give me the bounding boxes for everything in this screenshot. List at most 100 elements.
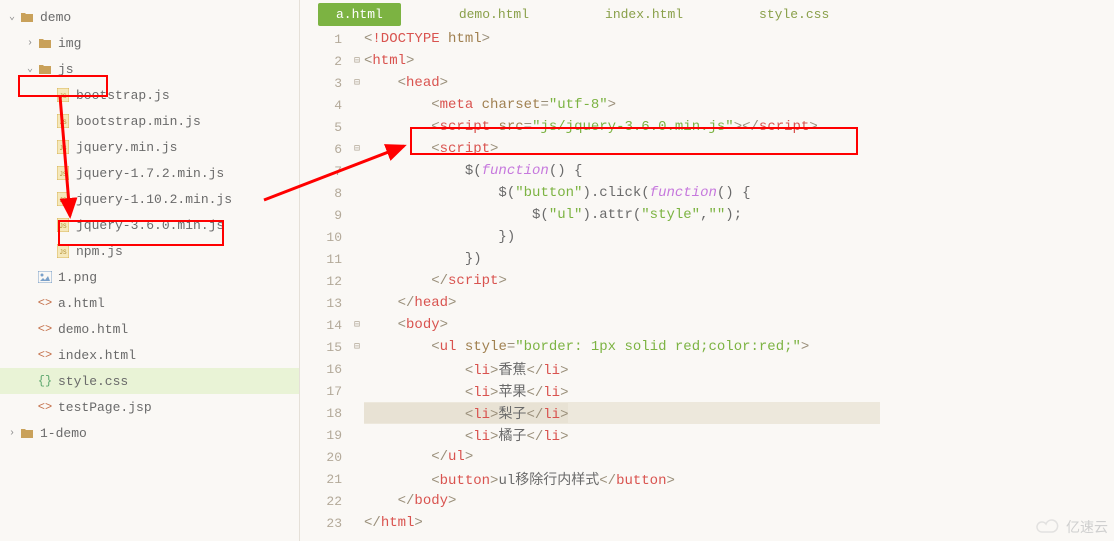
code-line[interactable]: 18 <li>梨子</li> [300, 402, 1114, 424]
tree-item-label: index.html [58, 348, 136, 363]
code-content: <li>苹果</li> [364, 381, 568, 401]
tree-item-label: jquery-3.6.0.min.js [76, 218, 224, 233]
file-tree: ⌄demo › img ⌄ js JS bootstrap.js JSbootstrap.mi… [0, 0, 300, 541]
tree-item-bootstrap-min-js[interactable]: JSbootstrap.min.js [0, 108, 299, 134]
jsfile-icon: JS [54, 218, 72, 232]
code-line[interactable]: 22 </body> [300, 490, 1114, 512]
tab-bar: a.html demo.html index.html style.css [300, 0, 1114, 28]
code-line[interactable]: 4 <meta charset="utf-8"> [300, 94, 1114, 116]
code-line[interactable]: 1<!DOCTYPE html> [300, 28, 1114, 50]
tree-item-label: img [58, 36, 81, 51]
line-number: 16 [300, 362, 350, 377]
chevron-right-icon: › [24, 38, 36, 49]
tree-item-1-demo[interactable]: ›1-demo [0, 420, 299, 446]
tab-a-html[interactable]: a.html [318, 3, 401, 26]
tree-item-label: 1-demo [40, 426, 87, 441]
line-number: 8 [300, 186, 350, 201]
tree-item-label: js [58, 62, 74, 77]
code-content: $(function() { [364, 163, 582, 179]
code-line[interactable]: 6⊟ <script> [300, 138, 1114, 160]
tree-item-js[interactable]: ⌄ js [0, 56, 299, 82]
watermark-text: 亿速云 [1066, 517, 1108, 537]
line-number: 10 [300, 230, 350, 245]
tree-item-jquery-1-10-2-min-js[interactable]: JSjquery-1.10.2.min.js [0, 186, 299, 212]
code-line[interactable]: 19 <li>橘子</li> [300, 424, 1114, 446]
svg-text:JS: JS [59, 145, 67, 152]
svg-text:JS: JS [59, 119, 67, 126]
tree-item-a-html[interactable]: <>a.html [0, 290, 299, 316]
code-line[interactable]: 7 $(function() { [300, 160, 1114, 182]
fold-toggle-icon[interactable]: ⊟ [350, 341, 364, 353]
folder-icon [36, 37, 54, 49]
tree-item-label: style.css [58, 374, 128, 389]
tree-item-label: jquery-1.7.2.min.js [76, 166, 224, 181]
fold-toggle-icon[interactable]: ⊟ [350, 143, 364, 155]
svg-text:JS: JS [59, 249, 67, 256]
tree-item-1-png[interactable]: 1.png [0, 264, 299, 290]
tab-index-html[interactable]: index.html [587, 3, 701, 26]
tree-item-bootstrap-js[interactable]: JS bootstrap.js [0, 82, 299, 108]
editor-pane: a.html demo.html index.html style.css 1<!DO… [300, 0, 1114, 541]
tree-item-jquery-1-7-2-min-js[interactable]: JS jquery-1.7.2.min.js [0, 160, 299, 186]
fold-toggle-icon[interactable]: ⊟ [350, 55, 364, 67]
code-line[interactable]: 23</html> [300, 512, 1114, 534]
fold-toggle-icon[interactable]: ⊟ [350, 319, 364, 331]
tree-item-label: npm.js [76, 244, 123, 259]
code-content: </script> [364, 273, 507, 289]
code-line[interactable]: 15⊟ <ul style="border: 1px solid red;col… [300, 336, 1114, 358]
code-line[interactable]: 12 </script> [300, 270, 1114, 292]
tree-item-demo-html[interactable]: <>demo.html [0, 316, 299, 342]
tree-item-label: 1.png [58, 270, 97, 285]
folder-icon [18, 427, 36, 439]
code-content: <li>梨子</li> [364, 403, 568, 423]
tab-style-css[interactable]: style.css [741, 3, 847, 26]
folder-icon [18, 11, 36, 23]
code-line[interactable]: 13 </head> [300, 292, 1114, 314]
code-line[interactable]: 10 }) [300, 226, 1114, 248]
html-icon: <> [36, 322, 54, 336]
tree-item-testpage-jsp[interactable]: <>testPage.jsp [0, 394, 299, 420]
html-icon: <> [36, 348, 54, 362]
line-number: 11 [300, 252, 350, 267]
code-line[interactable]: 14⊟ <body> [300, 314, 1114, 336]
code-line[interactable]: 16 <li>香蕉</li> [300, 358, 1114, 380]
code-line[interactable]: 11 }) [300, 248, 1114, 270]
jsfile-icon: JS [54, 88, 72, 102]
code-line[interactable]: 9 $("ul").attr("style",""); [300, 204, 1114, 226]
line-number: 14 [300, 318, 350, 333]
tree-item-label: jquery.min.js [76, 140, 177, 155]
tab-demo-html[interactable]: demo.html [441, 3, 547, 26]
code-area[interactable]: 1<!DOCTYPE html>2⊟<html>3⊟ <head>4 <meta… [300, 28, 1114, 534]
line-number: 7 [300, 164, 350, 179]
tree-item-img[interactable]: › img [0, 30, 299, 56]
folder-icon [36, 63, 54, 75]
jsfile-icon: JS [54, 166, 72, 180]
fold-toggle-icon[interactable]: ⊟ [350, 77, 364, 89]
code-content: </body> [364, 493, 456, 509]
tree-item-label: a.html [58, 296, 105, 311]
tree-item-style-css[interactable]: {}style.css [0, 368, 299, 394]
tree-item-label: demo [40, 10, 71, 25]
code-content: }) [364, 251, 482, 267]
code-line[interactable]: 3⊟ <head> [300, 72, 1114, 94]
chevron-down-icon: ⌄ [24, 63, 36, 75]
code-content: <html> [364, 53, 414, 69]
code-line[interactable]: 21 <button>ul移除行内样式</button> [300, 468, 1114, 490]
tree-item-jquery-3-6-0-min-js[interactable]: JS jquery-3.6.0.min.js [0, 212, 299, 238]
line-number: 20 [300, 450, 350, 465]
img-icon [36, 271, 54, 283]
code-line[interactable]: 8 $("button").click(function() { [300, 182, 1114, 204]
code-line[interactable]: 5 <script src="js/jquery-3.6.0.min.js"><… [300, 116, 1114, 138]
line-number: 23 [300, 516, 350, 531]
tree-item-index-html[interactable]: <> index.html [0, 342, 299, 368]
tree-item-demo[interactable]: ⌄demo [0, 4, 299, 30]
tree-item-label: bootstrap.js [76, 88, 170, 103]
tree-item-npm-js[interactable]: JS npm.js [0, 238, 299, 264]
line-number: 19 [300, 428, 350, 443]
line-number: 15 [300, 340, 350, 355]
code-line[interactable]: 20 </ul> [300, 446, 1114, 468]
code-line[interactable]: 2⊟<html> [300, 50, 1114, 72]
svg-text:JS: JS [59, 223, 67, 230]
tree-item-jquery-min-js[interactable]: JS jquery.min.js [0, 134, 299, 160]
code-line[interactable]: 17 <li>苹果</li> [300, 380, 1114, 402]
